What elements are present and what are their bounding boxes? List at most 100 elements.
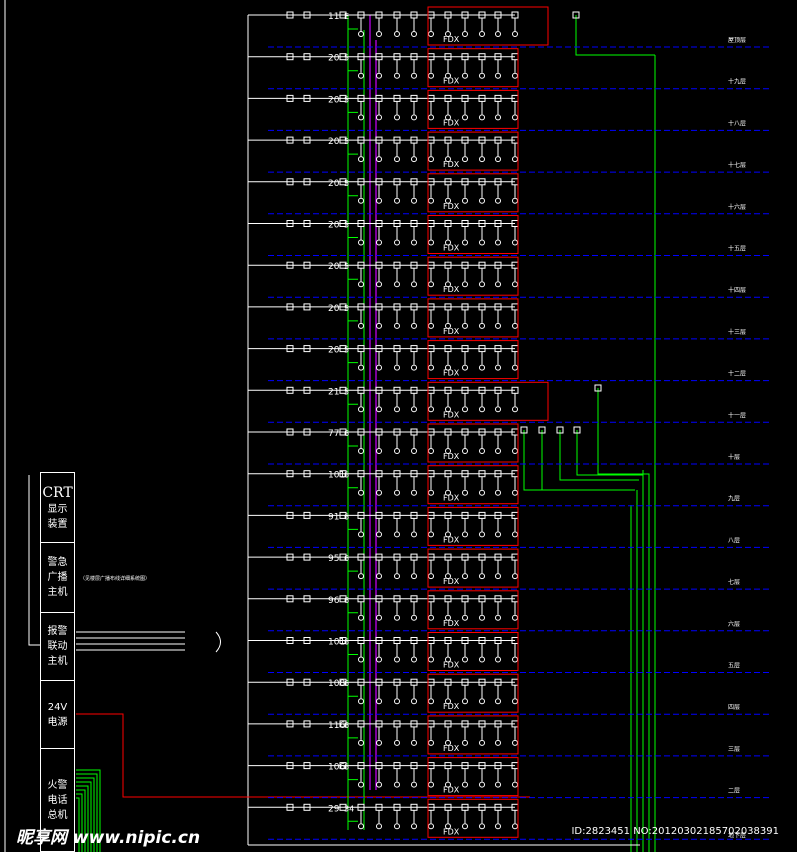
floor-18-detector-3 xyxy=(358,781,364,788)
floor-11-green-tap xyxy=(347,478,358,489)
floor-10-detector-12 xyxy=(512,448,518,454)
floor-15-detector-10 xyxy=(479,656,485,663)
floor-9-detector-3 xyxy=(358,406,364,413)
floor-6-detector-3 xyxy=(358,281,364,288)
floor-11-detector-6 xyxy=(411,489,417,496)
floor-19-detector-12 xyxy=(512,823,518,830)
floor-15-qty: 101 xyxy=(328,638,345,648)
floor-6-label: 十四层 xyxy=(728,286,746,294)
floor-12-detector-5 xyxy=(394,531,400,538)
floor-16-detector-5 xyxy=(394,698,400,705)
floor-19-detector-10 xyxy=(479,823,485,830)
floor-4-detector-11 xyxy=(495,197,501,204)
floor-12-zone-box xyxy=(427,506,519,546)
floor-15-detector-6 xyxy=(411,656,417,663)
floor-8-detector-5 xyxy=(394,364,400,371)
floor-10-detector-3 xyxy=(358,448,364,454)
floor-10-detector-11 xyxy=(495,448,501,454)
floor-1-detector-4 xyxy=(376,72,382,79)
floor-17-qty: 116 xyxy=(328,721,345,731)
floor-9-detector-7 xyxy=(428,406,434,413)
floor-8-green-tap xyxy=(347,353,358,364)
floor-12-detector-10 xyxy=(479,531,485,538)
floor-19-detector-11 xyxy=(495,823,501,830)
floor-15-detector-11 xyxy=(495,656,501,663)
floor-6-fdx: FDX xyxy=(443,285,460,294)
floor-4-detector-12 xyxy=(512,197,518,204)
floor-8-detector-6 xyxy=(411,364,417,371)
floor-4-fdx: FDX xyxy=(443,202,460,211)
linkage-label-line1: 报警 xyxy=(47,626,68,637)
floor-12-fdx: FDX xyxy=(443,535,460,544)
floor-2-qty: 20 xyxy=(328,95,340,105)
floor-5-detector-12 xyxy=(512,239,518,246)
floor-17-label: 三层 xyxy=(728,746,740,753)
floor-0-qty: 11 xyxy=(328,12,339,22)
floor-10-label: 十层 xyxy=(728,453,740,461)
floor-6-mod: 5 xyxy=(344,262,349,271)
floor-8-label: 十二层 xyxy=(728,370,746,378)
floor-2-detector-12 xyxy=(512,114,518,121)
floor-1-detector-7 xyxy=(428,72,434,79)
floor-12-detector-3 xyxy=(358,531,364,538)
floor-1-zone-box xyxy=(427,48,519,88)
floor-15-detector-7 xyxy=(428,656,434,663)
floor-13-zone-box xyxy=(427,548,519,588)
floor-5-detector-5 xyxy=(394,239,400,246)
floor-1-detector-12 xyxy=(512,72,518,79)
floor-12-detector-12 xyxy=(512,531,518,538)
floor-3-fdx: FDX xyxy=(443,160,460,169)
floor-6-detector-5 xyxy=(394,281,400,288)
floor-3-detector-5 xyxy=(394,156,400,163)
floor-3-detector-4 xyxy=(376,156,382,163)
floor-5-detector-9 xyxy=(462,239,468,246)
floor-4-zone-box xyxy=(427,173,519,213)
floor-19-qty: 29 xyxy=(328,804,340,814)
floor-4-detector-9 xyxy=(462,197,468,204)
floor-17-detector-10 xyxy=(479,739,485,746)
floor-13-detector-9 xyxy=(462,573,468,580)
control-equipment-stack: CRT 显示 装置 警急 广播 主机 报警 联动 主机 24V 电源 火警 电话… xyxy=(40,472,75,852)
floor-4-detector-4 xyxy=(376,197,382,204)
floor-10-detector-9 xyxy=(462,448,468,454)
floor-18-detector-5 xyxy=(394,781,400,788)
floor-4-detector-5 xyxy=(394,197,400,204)
broadcast-label-line2: 广播 xyxy=(47,572,68,583)
floor-0-detector-4 xyxy=(376,31,382,37)
floor-5-detector-6 xyxy=(411,239,417,246)
floor-0-detector-6 xyxy=(411,31,417,37)
floor-10-detector-7 xyxy=(428,448,434,454)
floor-16-detector-3 xyxy=(358,698,364,705)
phone-label-line1: 火警 xyxy=(47,779,68,791)
floor-9-detector-4 xyxy=(376,406,382,413)
floor-18-green-tap xyxy=(347,770,358,781)
floor-2-detector-10 xyxy=(479,114,485,121)
floor-11-detector-10 xyxy=(479,489,485,496)
floor-14-qty: 96 xyxy=(328,596,340,606)
floor-7-detector-7 xyxy=(428,322,434,329)
floor-3-detector-11 xyxy=(495,156,501,163)
floor-8-detector-9 xyxy=(462,364,468,371)
floor-2-detector-7 xyxy=(428,114,434,121)
floor-10-qty: 77 xyxy=(328,429,339,439)
floor-11-detector-5 xyxy=(394,489,400,496)
floor-8-detector-3 xyxy=(358,364,364,371)
floor-12-detector-6 xyxy=(411,531,417,538)
floor-10-detector-10 xyxy=(479,448,485,454)
floor-2-fdx: FDX xyxy=(443,118,460,127)
floor-17-detector-3 xyxy=(358,739,364,746)
floor-2-detector-6 xyxy=(411,114,417,121)
floor-9-label: 十一层 xyxy=(728,411,746,419)
floor-5-detector-7 xyxy=(428,239,434,246)
floor-17-green-tap xyxy=(347,728,358,739)
floor-10-detector-6 xyxy=(411,448,417,454)
floor-2-green-tap xyxy=(347,103,358,113)
floor-16-detector-7 xyxy=(428,698,434,705)
floor-14-zone-box xyxy=(427,590,519,630)
floor-11-detector-12 xyxy=(512,489,518,496)
floor-13-detector-7 xyxy=(428,573,434,580)
floor-2-detector-5 xyxy=(394,114,400,121)
floor-14-detector-11 xyxy=(495,614,501,621)
floor-15-detector-9 xyxy=(462,656,468,663)
floor-14-detector-4 xyxy=(376,614,382,621)
